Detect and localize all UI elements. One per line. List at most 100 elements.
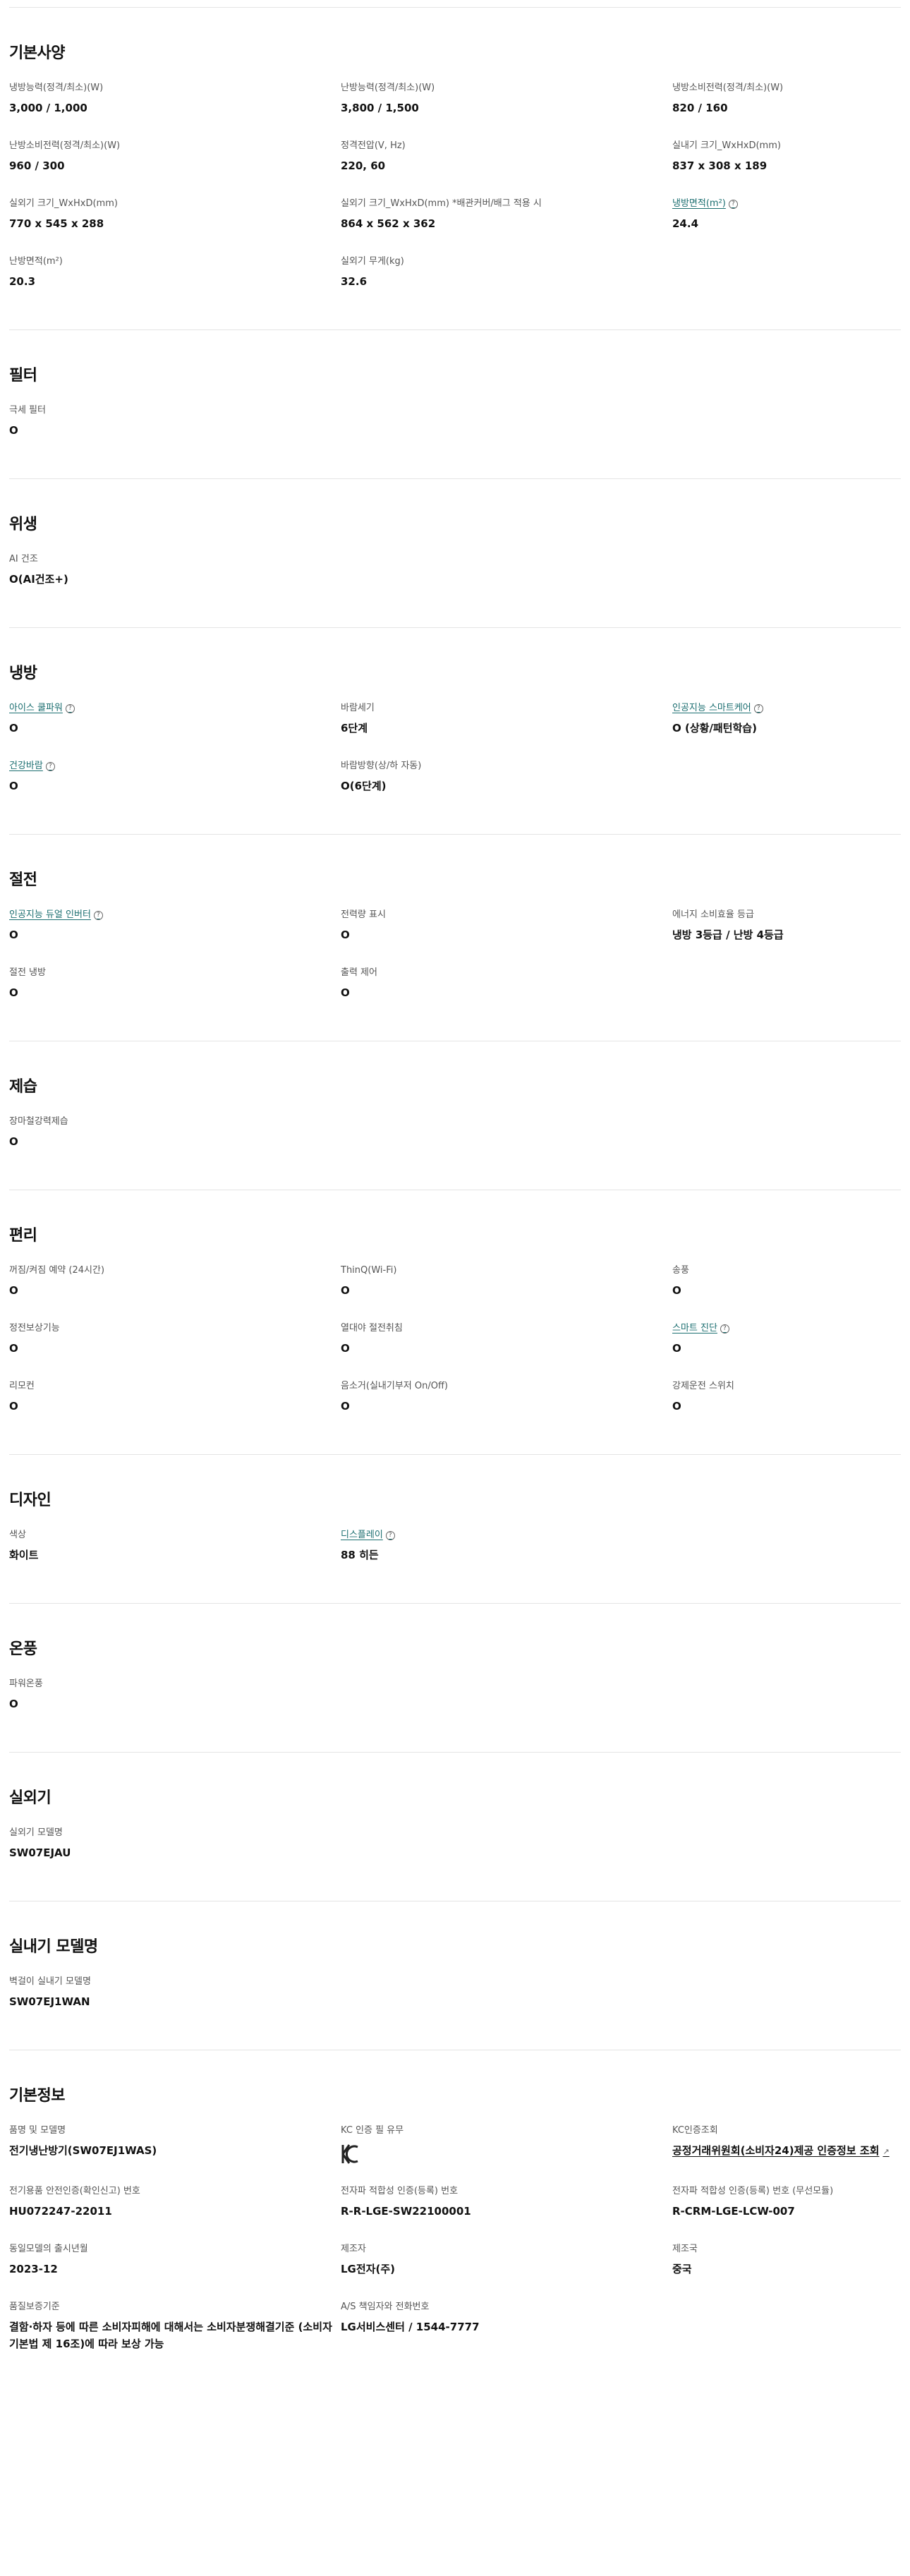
spec-label-link[interactable]: 아이스 쿨파워?: [9, 701, 341, 715]
spec-label: 실내기 크기_WxHxD(mm): [672, 139, 901, 153]
spec-value: 냉방 3등급 / 난방 4등급: [672, 926, 901, 943]
spec-label-text: 냉방능력(정격/최소)(W): [9, 83, 104, 93]
section-title: 위생: [9, 516, 37, 533]
section-title: 편리: [9, 1227, 37, 1245]
spec-label-text: 실내기 크기_WxHxD(mm): [672, 140, 781, 151]
spec-label-text: 파워온풍: [9, 1679, 43, 1689]
spec-label: 품명 및 모델명: [9, 2124, 341, 2138]
spec-value: O(6단계): [341, 778, 672, 794]
spec-value: O: [9, 984, 341, 1001]
spec-label: 열대야 절전취침: [341, 1322, 672, 1336]
spec-label-link[interactable]: 인공지능 듀얼 인버터?: [9, 908, 341, 922]
spec-grid: 아이스 쿨파워? O 바람세기 6단계 인공지능 스마트케어? O (상황/패턴학습) 건강…: [9, 701, 901, 797]
spec-item: 동일모델의 출시년월 2023-12: [9, 2242, 341, 2280]
spec-label: 송풍: [672, 1264, 901, 1278]
info-circle-icon[interactable]: ?: [45, 761, 55, 771]
info-circle-icon[interactable]: ?: [753, 703, 763, 713]
spec-label: 절전 냉방: [9, 966, 341, 980]
spec-item: 스마트 진단? O: [672, 1322, 901, 1360]
spec-label: KC인증조회: [672, 2124, 901, 2138]
spec-label-link[interactable]: 인공지능 스마트케어?: [672, 701, 901, 715]
spec-value-text: 3,000 / 1,000: [9, 102, 87, 114]
spec-label-text: 품질보증기준: [9, 2302, 60, 2312]
spec-value-text: 88 히든: [341, 1549, 379, 1561]
spec-item: 냉방소비전력(정격/최소)(W) 820 / 160: [672, 81, 901, 119]
info-circle-icon[interactable]: ?: [65, 703, 75, 713]
spec-label-text: 난방능력(정격/최소)(W): [341, 83, 435, 93]
spec-label: 실외기 모델명: [9, 1826, 341, 1840]
spec-label: 출력 제어: [341, 966, 672, 980]
section-title: 기본정보: [9, 2087, 65, 2105]
spec-label-link[interactable]: 냉방면적(m²)?: [672, 197, 901, 211]
spec-value: O: [9, 1340, 341, 1357]
spec-value: O: [672, 1340, 901, 1357]
spec-label: 전자파 적합성 인증(등록) 번호 (무선모듈): [672, 2184, 901, 2199]
spec-item: 냉방능력(정격/최소)(W) 3,000 / 1,000: [9, 81, 341, 119]
spec-value-text[interactable]: 공정거래위원회(소비자24)제공 인증정보 조회: [672, 2144, 879, 2157]
spec-label-text: 장마철강력제습: [9, 1116, 68, 1127]
info-circle-icon[interactable]: ?: [720, 1324, 729, 1334]
spec-item: 디스플레이? 88 히든: [341, 1528, 672, 1566]
spec-value-text: 820 / 160: [672, 102, 728, 114]
spec-label-text: 열대야 절전취침: [341, 1323, 403, 1334]
spec-item: 실외기 모델명 SW07EJAU: [9, 1826, 341, 1864]
spec-label: 품질보증기준: [9, 2300, 341, 2314]
spec-item: ThinQ(Wi-Fi) O: [341, 1264, 672, 1302]
info-circle-icon[interactable]: ?: [93, 910, 103, 920]
spec-value: O: [9, 1282, 341, 1299]
spec-grid: 벽걸이 실내기 모델명 SW07EJ1WAN: [9, 1975, 901, 2013]
info-circle-icon[interactable]: ?: [385, 1530, 395, 1540]
spec-value: 864 x 562 x 362: [341, 215, 672, 232]
spec-value-text: O: [9, 929, 18, 941]
spec-value: O: [9, 1398, 341, 1415]
spec-label-link[interactable]: 스마트 진단?: [672, 1322, 901, 1336]
spec-item: 실외기 크기_WxHxD(mm) *배관커버/배그 적용 시 864 x 562 …: [341, 197, 672, 235]
spec-item: 절전 냉방 O: [9, 966, 341, 1004]
spec-label-text: KC인증조회: [672, 2125, 718, 2136]
spec-value-link[interactable]: 공정거래위원회(소비자24)제공 인증정보 조회 ↗: [672, 2142, 901, 2160]
spec-value-text: O: [672, 1284, 681, 1297]
spec-label-link[interactable]: 건강바람?: [9, 759, 341, 773]
spec-label-text: AI 건조: [9, 554, 38, 564]
spec-item: 정전보상기능 O: [9, 1322, 341, 1360]
spec-item: 극세 필터 O: [9, 404, 341, 442]
spec-value: R-CRM-LGE-LCW-007: [672, 2203, 901, 2220]
spec-label: 바람세기: [341, 701, 672, 715]
spec-value: 820 / 160: [672, 99, 901, 116]
spec-label: 전기용품 안전인증(확인신고) 번호: [9, 2184, 341, 2199]
spec-label: 파워온풍: [9, 1677, 341, 1691]
spec-value: O: [341, 1282, 672, 1299]
spec-item: 인공지능 스마트케어? O (상황/패턴학습): [672, 701, 901, 739]
spec-section: 냉방아이스 쿨파워? O 바람세기 6단계 인공지능 스마트케어? O (상황/패턴학습)…: [9, 628, 901, 835]
spec-value: O: [341, 1398, 672, 1415]
spec-item: A/S 책임자와 전화번호 LG서비스센터 / 1544-7777: [341, 2300, 672, 2352]
spec-section: 온풍파워온풍 O: [9, 1604, 901, 1753]
info-circle-icon[interactable]: ?: [728, 199, 738, 209]
spec-value: 3,800 / 1,500: [341, 99, 672, 116]
spec-value: O: [341, 926, 672, 943]
spec-value-text: 20.3: [9, 275, 36, 288]
spec-label: 강제운전 스위치: [672, 1379, 901, 1393]
spec-value-text: 6단계: [341, 722, 368, 734]
spec-label-text: ThinQ(Wi-Fi): [341, 1265, 397, 1276]
spec-value-text: 결함·하자 등에 따른 소비자피해에 대해서는 소비자분쟁해결기준 (소비자기본…: [9, 2321, 332, 2350]
spec-label-link[interactable]: 디스플레이?: [341, 1528, 672, 1542]
spec-label-text: 건강바람: [9, 761, 43, 771]
spec-value-text: 냉방 3등급 / 난방 4등급: [672, 929, 784, 941]
section-title: 필터: [9, 367, 37, 385]
spec-section: 필터극세 필터 O: [9, 330, 901, 479]
spec-grid: 꺼짐/켜짐 예약 (24시간) O ThinQ(Wi-Fi) O 송풍 O 정전보상기능 O 열…: [9, 1264, 901, 1417]
spec-label: 난방소비전력(정격/최소)(W): [9, 139, 341, 153]
spec-grid: 파워온풍 O: [9, 1677, 901, 1715]
external-link-icon[interactable]: ↗: [882, 2147, 889, 2156]
spec-value: LG서비스센터 / 1544-7777: [341, 2318, 672, 2335]
section-title: 온풍: [9, 1640, 37, 1658]
spec-label-text: 강제운전 스위치: [672, 1381, 734, 1391]
spec-value-text: O: [9, 424, 18, 437]
spec-label-text: 극세 필터: [9, 405, 46, 416]
section-title: 냉방: [9, 665, 37, 682]
spec-item: 아이스 쿨파워? O: [9, 701, 341, 739]
spec-value-text: R-R-LGE-SW22100001: [341, 2205, 471, 2218]
spec-grid: AI 건조 O(AI건조+): [9, 552, 901, 591]
spec-item: 색상 화이트: [9, 1528, 341, 1566]
